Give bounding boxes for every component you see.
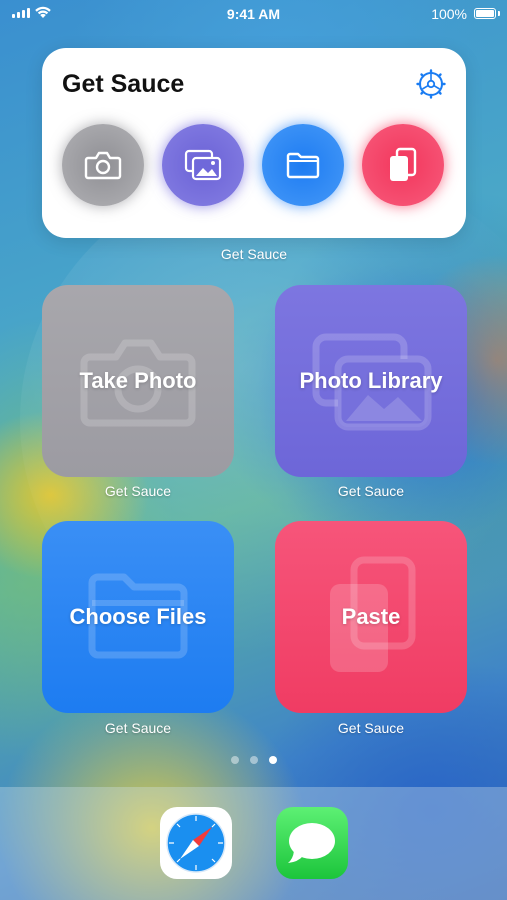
- page-dot-3[interactable]: [268, 756, 277, 764]
- page-dot-1[interactable]: [230, 756, 239, 764]
- photo-library-title: Photo Library: [299, 368, 443, 393]
- paste-button[interactable]: [362, 124, 444, 206]
- battery-percent: 100%: [431, 6, 467, 22]
- status-bar: 9:41 AM 100%: [0, 0, 507, 28]
- photo-library-button[interactable]: [162, 124, 244, 206]
- take-photo-title: Take Photo: [79, 368, 197, 393]
- photo-library-shortcut[interactable]: Photo Library: [275, 285, 467, 477]
- photo-library-label: Get Sauce: [337, 483, 405, 499]
- page-indicator[interactable]: [0, 756, 507, 764]
- paste-title: Paste: [341, 604, 401, 629]
- paste-shortcut[interactable]: Paste: [275, 521, 467, 713]
- messages-bubble-icon: [288, 823, 335, 863]
- take-photo-button[interactable]: [62, 124, 144, 206]
- dock: [0, 787, 507, 900]
- photos-icon: [184, 149, 222, 181]
- page-dot-2[interactable]: [249, 756, 258, 764]
- folder-icon: [286, 152, 320, 179]
- choose-files-label: Get Sauce: [104, 720, 172, 736]
- messages-app-icon[interactable]: [276, 807, 348, 879]
- widget-label: Get Sauce: [220, 246, 288, 262]
- paste-icon: [390, 147, 417, 181]
- take-photo-shortcut[interactable]: Take Photo: [42, 285, 234, 477]
- choose-files-shortcut[interactable]: Choose Files: [42, 521, 234, 713]
- choose-files-button[interactable]: [262, 124, 344, 206]
- paste-label: Get Sauce: [337, 720, 405, 736]
- gear-icon[interactable]: [416, 69, 446, 99]
- get-sauce-widget[interactable]: Get Sauce: [42, 48, 466, 238]
- camera-icon: [84, 151, 122, 180]
- safari-app-icon[interactable]: [160, 807, 232, 879]
- choose-files-title: Choose Files: [69, 604, 207, 629]
- widget-title: Get Sauce: [62, 70, 185, 98]
- battery-icon: [474, 8, 496, 19]
- safari-compass-icon: [166, 813, 226, 873]
- take-photo-label: Get Sauce: [104, 483, 172, 499]
